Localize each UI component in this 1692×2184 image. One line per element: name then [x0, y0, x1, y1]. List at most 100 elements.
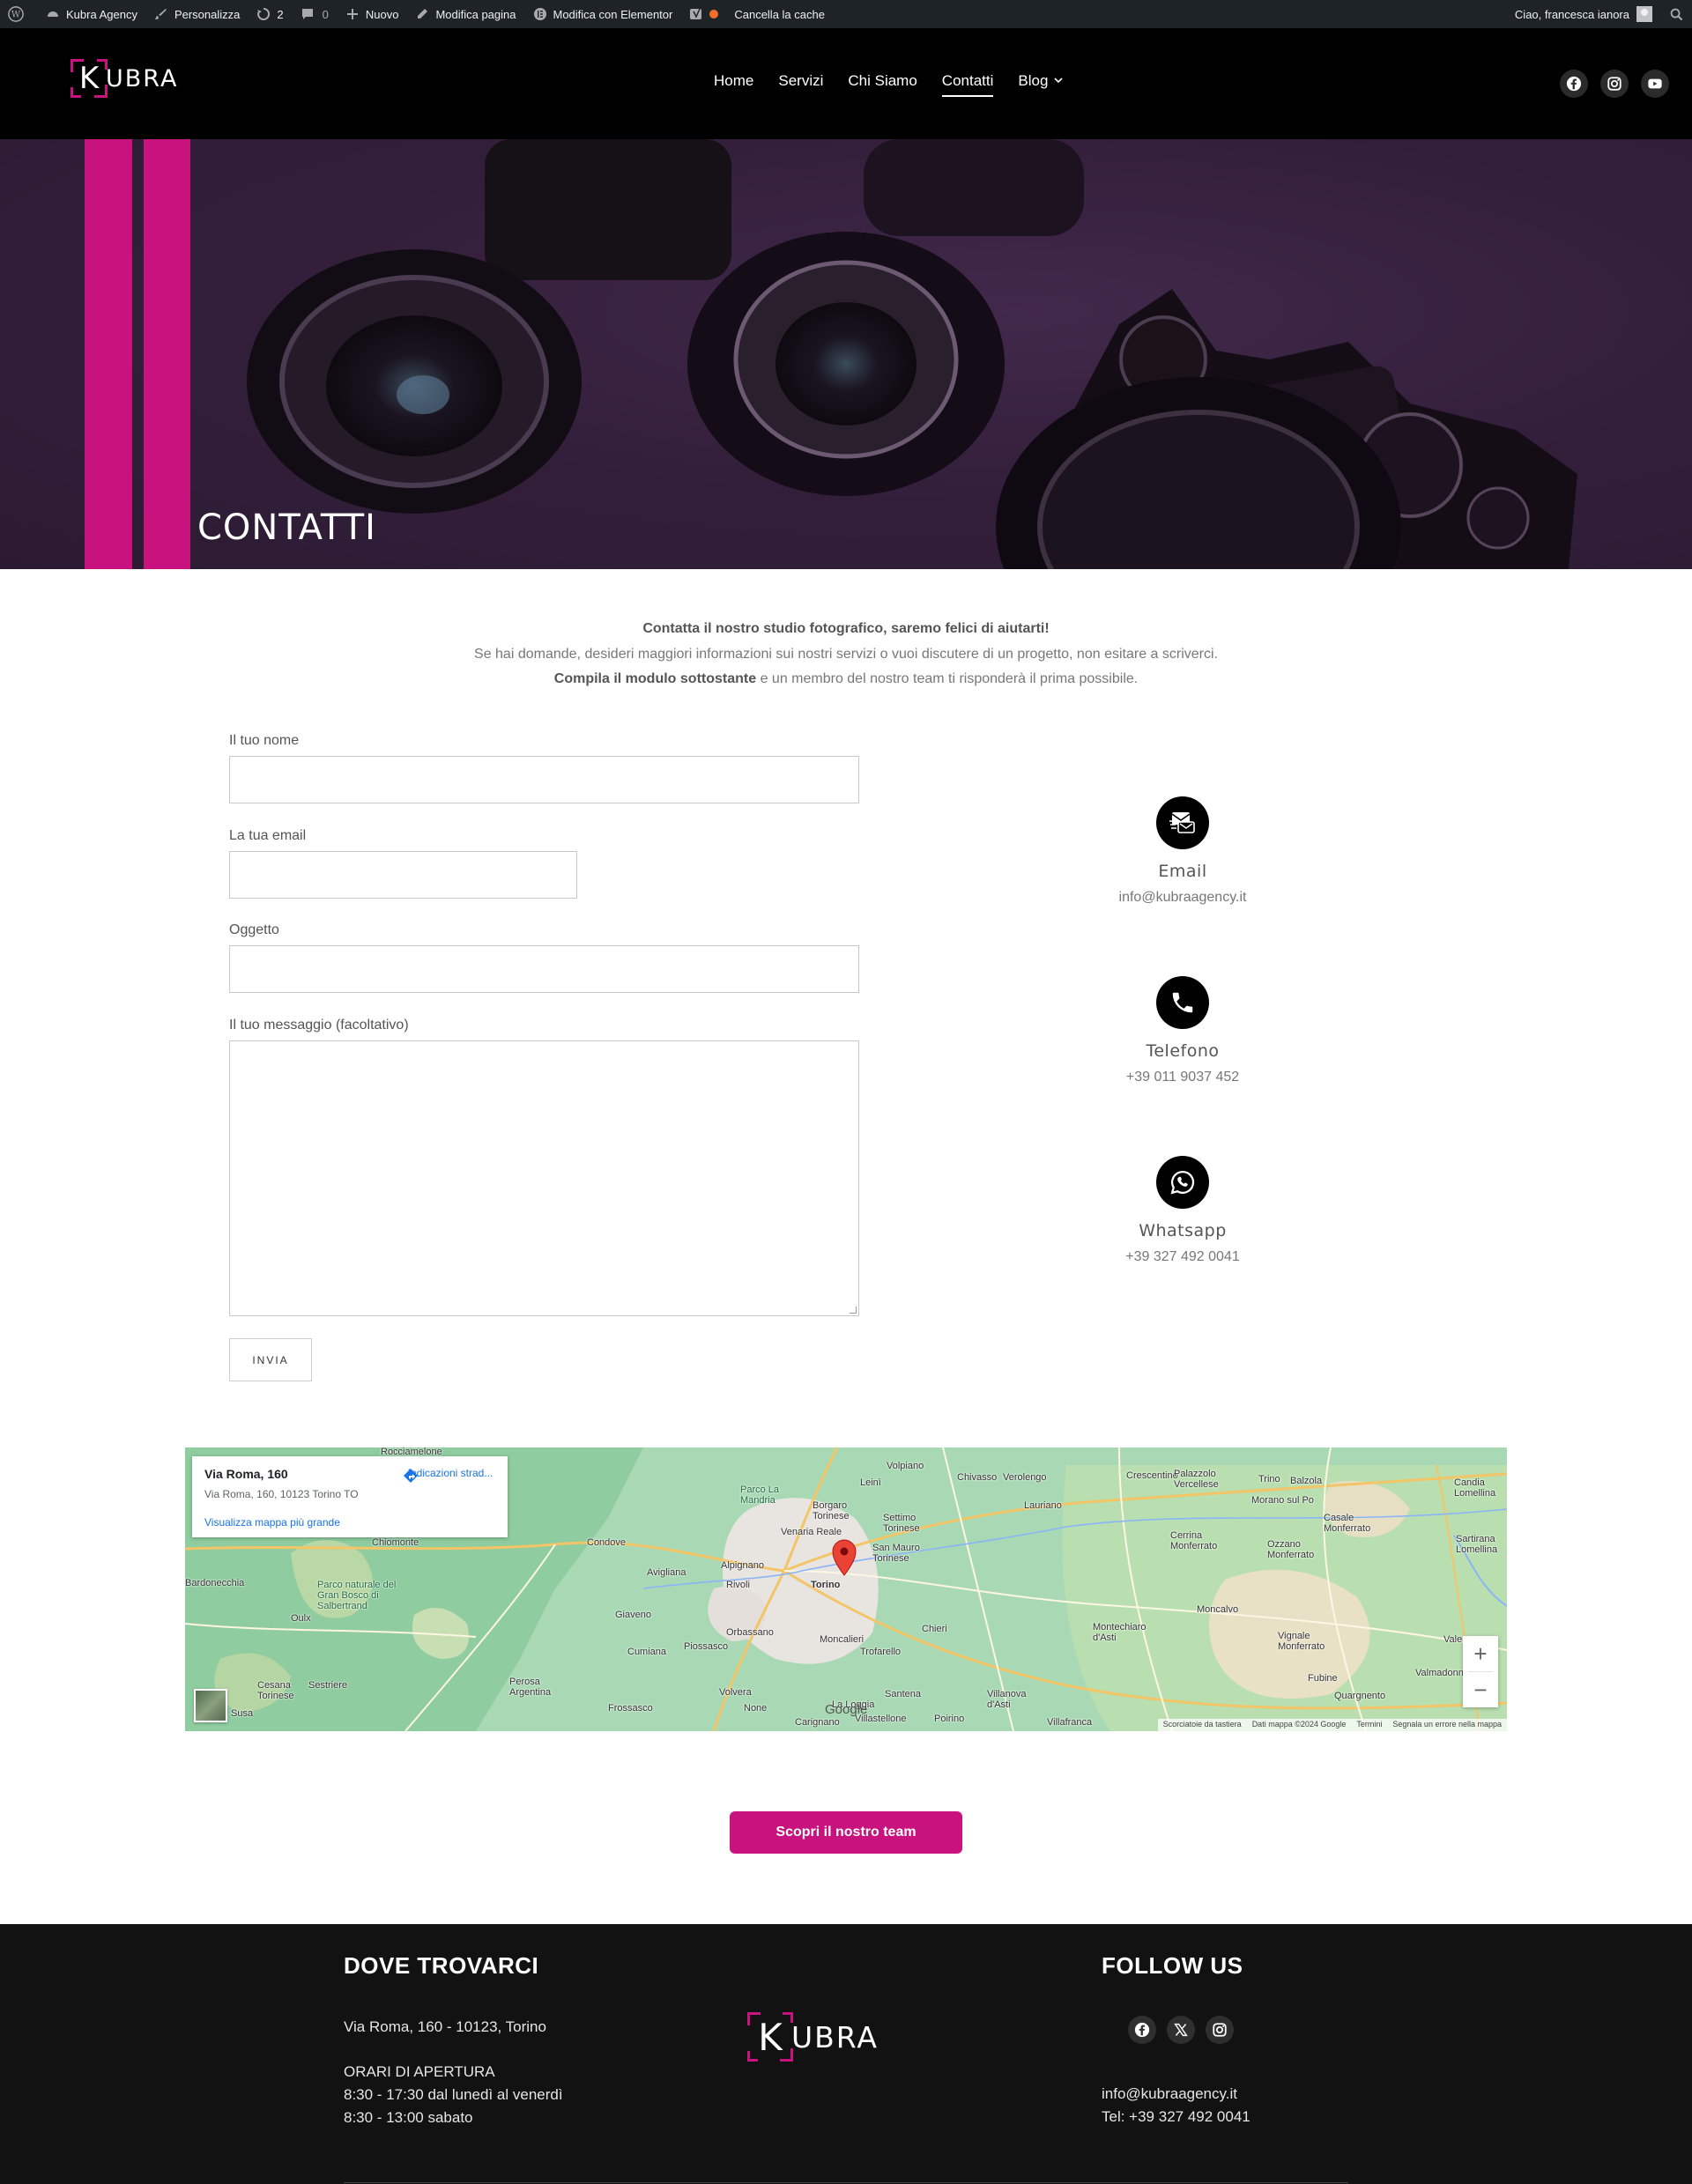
keyboard-shortcuts-link[interactable]: Scorciatoie da tastiera	[1163, 1720, 1242, 1730]
team-cta-button[interactable]: Scopri il nostro team	[730, 1811, 962, 1854]
map-label: San Mauro Torinese	[872, 1543, 920, 1564]
submit-button[interactable]: INVIA	[229, 1338, 312, 1381]
zoom-out-button[interactable]: −	[1463, 1672, 1498, 1707]
wordpress-icon: W	[8, 6, 24, 22]
contact-card-email: Email info@kubraagency.it	[1050, 796, 1315, 906]
site-name: Kubra Agency	[66, 7, 137, 21]
map-label: Cerrina Monferrato	[1170, 1530, 1218, 1551]
zoom-in-button[interactable]: +	[1463, 1636, 1498, 1671]
nav-chi-siamo[interactable]: Chi Siamo	[848, 72, 916, 97]
map-label: Fubine	[1308, 1673, 1338, 1684]
nav-servizi-label: Servizi	[778, 72, 824, 89]
site-header: K UBRA Home Servizi Chi Siamo Contatti B…	[0, 28, 1692, 139]
directions-link[interactable]: Indicazioni strad...	[402, 1467, 499, 1483]
updates-link[interactable]: 2	[248, 0, 291, 28]
email-field[interactable]	[229, 851, 577, 899]
map-label: Morano sul Po	[1251, 1495, 1314, 1506]
map-label: Cumiana	[627, 1647, 667, 1657]
map-label: Carignano	[795, 1717, 840, 1728]
map-label: Frossasco	[608, 1703, 653, 1714]
map-label: Chivasso	[957, 1472, 998, 1483]
nav-blog[interactable]: Blog	[1018, 72, 1063, 97]
comments-count: 0	[322, 7, 329, 21]
footer-email[interactable]: info@kubraagency.it	[1102, 2083, 1237, 2106]
map-label: Sartirana Lomellina	[1456, 1534, 1498, 1555]
edit-elementor-link[interactable]: Modifica con Elementor	[524, 0, 681, 28]
customize-link[interactable]: Personalizza	[145, 0, 248, 28]
new-content-link[interactable]: Nuovo	[337, 0, 407, 28]
footer-where-title: DOVE TROVARCI	[344, 1952, 539, 1979]
whatsapp-value[interactable]: +39 327 492 0041	[1050, 1249, 1315, 1265]
facebook-icon[interactable]	[1128, 2016, 1156, 2044]
wp-logo-button[interactable]: W	[0, 0, 37, 28]
map-label: Vignale Monferrato	[1278, 1631, 1325, 1652]
hero-stripe-2	[144, 139, 190, 569]
subject-field[interactable]	[229, 945, 859, 993]
directions-label: Indicazioni strad...	[407, 1467, 494, 1479]
whatsapp-title: Whatsapp	[1139, 1221, 1227, 1240]
footer-social-links	[1128, 2016, 1234, 2044]
my-account-link[interactable]: Ciao, francesca ianora	[1507, 0, 1660, 28]
updates-icon	[256, 6, 271, 22]
bigger-map-link[interactable]: Visualizza mappa più grande	[204, 1516, 340, 1529]
message-textarea[interactable]	[229, 1040, 859, 1316]
nav-servizi[interactable]: Servizi	[778, 72, 823, 97]
map-label: Oulx	[291, 1613, 311, 1624]
facebook-icon[interactable]	[1560, 70, 1588, 98]
clear-cache-link[interactable]: Cancella la cache	[726, 0, 833, 28]
footer-logo[interactable]: K UBRA	[747, 2012, 879, 2062]
map-label: Leinì	[860, 1477, 881, 1488]
site-name-link[interactable]: Kubra Agency	[37, 0, 145, 28]
map-label: Villanova d'Asti	[987, 1689, 1027, 1710]
instagram-icon[interactable]	[1206, 2016, 1234, 2044]
page-hero: CONTATTI	[0, 139, 1692, 569]
map-label: Orbassano	[726, 1627, 774, 1638]
pencil-icon	[414, 6, 430, 22]
x-twitter-icon[interactable]	[1167, 2016, 1195, 2044]
report-error-link[interactable]: Segnala un errore nella mappa	[1392, 1720, 1502, 1730]
map-label: Villafranca	[1047, 1717, 1093, 1728]
map-label: Sestriere	[308, 1680, 348, 1691]
footer-address: Via Roma, 160 - 10123, Torino	[344, 2018, 546, 2035]
updates-count: 2	[277, 7, 284, 21]
email-icon	[1156, 796, 1209, 849]
map-label: Alpignano	[721, 1560, 764, 1571]
google-map[interactable]: Rocciamelone Volpiano Chivasso Verolengo…	[185, 1447, 1507, 1731]
nav-contatti-label: Contatti	[941, 72, 994, 89]
svg-text:W: W	[11, 11, 21, 20]
logo-bracket: K	[70, 59, 108, 98]
phone-value[interactable]: +39 011 9037 452	[1050, 1070, 1315, 1085]
terms-link[interactable]: Termini	[1356, 1720, 1382, 1730]
admin-search-button[interactable]	[1660, 0, 1692, 28]
map-label: Poirino	[934, 1714, 965, 1724]
logo-letter-k: K	[78, 61, 100, 96]
map-label: Chiomonte	[372, 1537, 419, 1548]
map-data-text: Dati mappa ©2024 Google	[1251, 1720, 1347, 1729]
comments-link[interactable]: 0	[292, 0, 337, 28]
nav-contatti[interactable]: Contatti	[941, 72, 994, 97]
map-zoom-controls: + −	[1463, 1636, 1498, 1707]
email-value[interactable]: info@kubraagency.it	[1050, 890, 1315, 906]
map-label: Crescentino	[1126, 1470, 1178, 1481]
brush-icon	[153, 6, 169, 22]
instagram-icon[interactable]	[1600, 70, 1629, 98]
map-label: Borgaro Torinese	[813, 1500, 850, 1521]
map-label: Casale Monferrato	[1324, 1513, 1371, 1534]
youtube-icon[interactable]	[1641, 70, 1669, 98]
site-logo[interactable]: K UBRA	[70, 59, 178, 98]
map-label: Bardonecchia	[185, 1578, 245, 1588]
map-label: Susa	[231, 1708, 254, 1719]
yoast-seo-link[interactable]	[680, 0, 726, 28]
map-label: Piossasco	[684, 1641, 729, 1652]
intro-line-3-rest: e un membro del nostro team ti risponder…	[756, 671, 1139, 686]
satellite-toggle[interactable]	[194, 1689, 227, 1722]
logo-text: UBRA	[106, 64, 179, 93]
name-field[interactable]	[229, 756, 859, 803]
nav-home[interactable]: Home	[714, 72, 753, 97]
resize-handle-icon[interactable]	[850, 1307, 857, 1314]
name-label: Il tuo nome	[229, 733, 300, 748]
footer-tel[interactable]: Tel: +39 327 492 0041	[1102, 2106, 1250, 2128]
edit-page-link[interactable]: Modifica pagina	[406, 0, 523, 28]
header-social-links	[1560, 70, 1669, 98]
avatar	[1636, 6, 1652, 22]
